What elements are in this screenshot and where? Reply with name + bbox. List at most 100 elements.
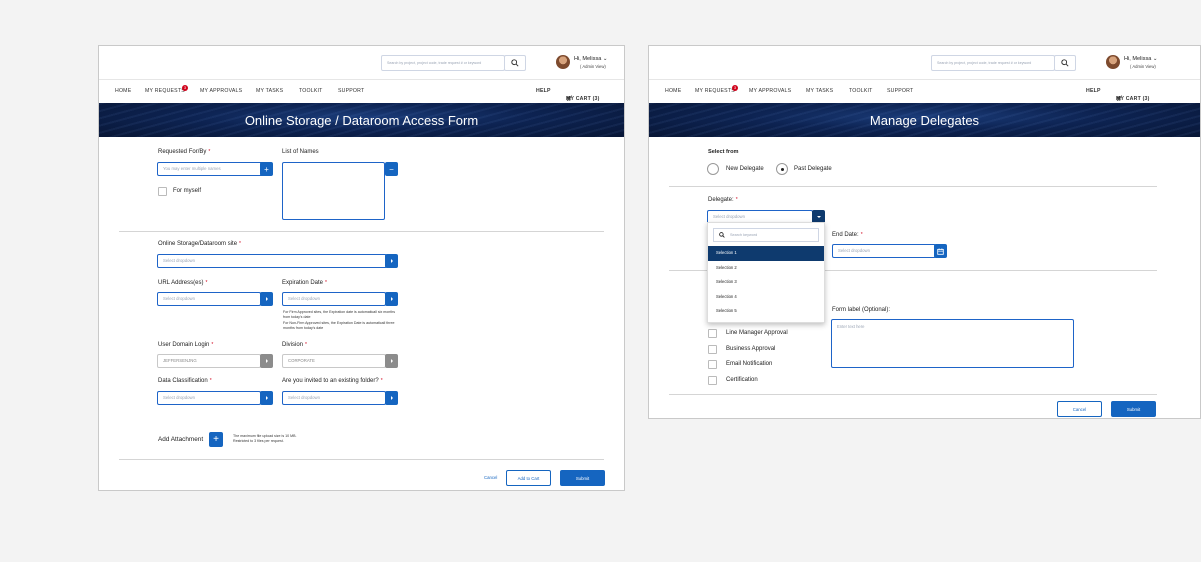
divider (119, 231, 604, 232)
cancel-button[interactable]: Cancel (1057, 401, 1102, 417)
expiration-dropdown[interactable]: Select dropdown (282, 292, 386, 306)
url-dropdown-button[interactable] (260, 292, 273, 306)
requested-for-label: Requested For/By * (158, 149, 211, 155)
greeting-text: Hi, Melissa (574, 56, 602, 62)
dropdown-search-placeholder: Search keyword (730, 233, 758, 237)
login-field: JEFFERSENJNG (157, 354, 261, 368)
expiration-label: Expiration Date * (282, 280, 327, 286)
email-notification-checkbox[interactable] (708, 360, 717, 369)
remove-name-button[interactable]: − (385, 162, 398, 176)
search-input[interactable]: Search by project, project code, trade r… (381, 55, 505, 71)
classification-dropdown[interactable]: Select dropdown (157, 391, 261, 405)
invited-dropdown[interactable]: Select dropdown (282, 391, 386, 405)
nav-my-requests[interactable]: MY REQUESTS (695, 88, 735, 94)
greeting-text: Hi, Melissa (1124, 56, 1152, 62)
search-icon (1061, 59, 1069, 67)
page-banner: Manage Delegates (649, 103, 1200, 137)
classification-label: Data Classification * (158, 378, 212, 384)
dropdown-option[interactable]: Selection 3 (708, 275, 824, 290)
chevron-right-icon (265, 297, 268, 301)
expiration-note-nonfirm: For Non-Firm Approved sites, the Expirat… (283, 321, 395, 330)
page-title: Online Storage / Dataroom Access Form (244, 112, 479, 128)
classification-dropdown-button[interactable] (260, 391, 273, 405)
nav-help[interactable]: HELP (536, 88, 551, 94)
nav-help[interactable]: HELP (1086, 88, 1101, 94)
nav-home[interactable]: HOME (665, 88, 681, 94)
nav-toolkit[interactable]: TOOLKIT (849, 88, 873, 94)
access-form-window: Search by project, project code, trade r… (98, 45, 625, 491)
add-name-button[interactable]: + (260, 162, 273, 176)
top-header: Search by project, project code, trade r… (649, 46, 1200, 80)
list-of-names-box[interactable] (282, 162, 385, 220)
chevron-right-icon (390, 259, 393, 263)
calendar-button[interactable] (934, 244, 947, 258)
site-dropdown-button[interactable] (385, 254, 398, 268)
search-input[interactable]: Search by project, project code, trade r… (931, 55, 1055, 71)
attachment-note-size: The maximum file upload size is 10 MB. (233, 434, 297, 438)
list-of-names-label: List of Names (282, 149, 319, 155)
nav-my-requests[interactable]: MY REQUESTS (145, 88, 185, 94)
plus-icon: + (213, 434, 219, 445)
requests-badge: 3 (732, 85, 738, 91)
avatar[interactable] (1106, 55, 1120, 69)
form-label-textarea[interactable]: Enter text here (831, 319, 1074, 368)
url-dropdown[interactable]: Select dropdown (157, 292, 261, 306)
role-text: ( Admin View) (580, 64, 606, 69)
add-attachment-button[interactable]: + (209, 432, 223, 447)
chevron-right-icon (390, 359, 393, 363)
dropdown-search-input[interactable]: Search keyword (713, 228, 819, 242)
for-myself-checkbox[interactable] (158, 187, 167, 196)
nav-my-approvals[interactable]: MY APPROVALS (749, 88, 791, 94)
nav-support[interactable]: SUPPORT (887, 88, 913, 94)
invited-label: Are you invited to an existing folder? * (282, 378, 383, 384)
chevron-right-icon (390, 297, 393, 301)
user-menu[interactable]: Hi, Melissa ⌄ (1124, 56, 1158, 62)
avatar[interactable] (556, 55, 570, 69)
calendar-icon (937, 247, 944, 255)
nav-my-approvals[interactable]: MY APPROVALS (200, 88, 242, 94)
new-delegate-label: New Delegate (726, 166, 764, 172)
division-dropdown-button (385, 354, 398, 368)
minus-icon: − (389, 164, 394, 174)
approval-label: Certification (726, 377, 758, 383)
for-myself-label: For myself (173, 188, 202, 194)
site-dropdown[interactable]: Select dropdown (157, 254, 387, 268)
nav-my-tasks[interactable]: MY TASKS (806, 88, 833, 94)
dropdown-option[interactable]: Selection 4 (708, 290, 824, 305)
role-text: ( Admin View) (1130, 64, 1156, 69)
main-nav: HOME MY REQUESTS 3 MY APPROVALS MY TASKS… (649, 80, 1200, 102)
submit-button[interactable]: Submit (560, 470, 605, 486)
dropdown-option[interactable]: Selection 1 (708, 246, 824, 261)
expiration-dropdown-button[interactable] (385, 292, 398, 306)
cancel-link[interactable]: Cancel (484, 475, 497, 480)
requested-for-input[interactable]: You may enter multiple names (157, 162, 269, 176)
top-header: Search by project, project code, trade r… (99, 46, 624, 80)
business-approval-checkbox[interactable] (708, 345, 717, 354)
invited-dropdown-button[interactable] (385, 391, 398, 405)
approval-label: Business Approval (726, 346, 776, 352)
delegate-label: Delegate: * (708, 197, 738, 203)
approval-label: Email Notification (726, 361, 773, 367)
line-manager-checkbox[interactable] (708, 329, 717, 338)
nav-my-tasks[interactable]: MY TASKS (256, 88, 283, 94)
chevron-right-icon (390, 396, 393, 400)
nav-home[interactable]: HOME (115, 88, 131, 94)
delegate-dropdown-menu: Search keyword Selection 1 Selection 2 S… (707, 222, 825, 323)
approval-label: Line Manager Approval (726, 330, 788, 336)
user-menu[interactable]: Hi, Melissa ⌄ (574, 56, 608, 62)
dropdown-option[interactable]: Selection 2 (708, 261, 824, 276)
end-date-input[interactable]: Select dropdown (832, 244, 936, 258)
nav-support[interactable]: SUPPORT (338, 88, 364, 94)
new-delegate-radio[interactable] (707, 163, 719, 175)
nav-toolkit[interactable]: TOOLKIT (299, 88, 323, 94)
dropdown-option[interactable]: Selection 5 (708, 304, 824, 319)
divider (669, 186, 1157, 187)
page-title: Manage Delegates (869, 112, 980, 128)
add-to-cart-button[interactable]: Add to Cart (506, 470, 551, 486)
certification-checkbox[interactable] (708, 376, 717, 385)
past-delegate-radio[interactable] (776, 163, 788, 175)
submit-button[interactable]: Submit (1111, 401, 1156, 417)
search-button[interactable] (504, 55, 526, 71)
page-banner: Online Storage / Dataroom Access Form (99, 103, 624, 137)
search-button[interactable] (1054, 55, 1076, 71)
